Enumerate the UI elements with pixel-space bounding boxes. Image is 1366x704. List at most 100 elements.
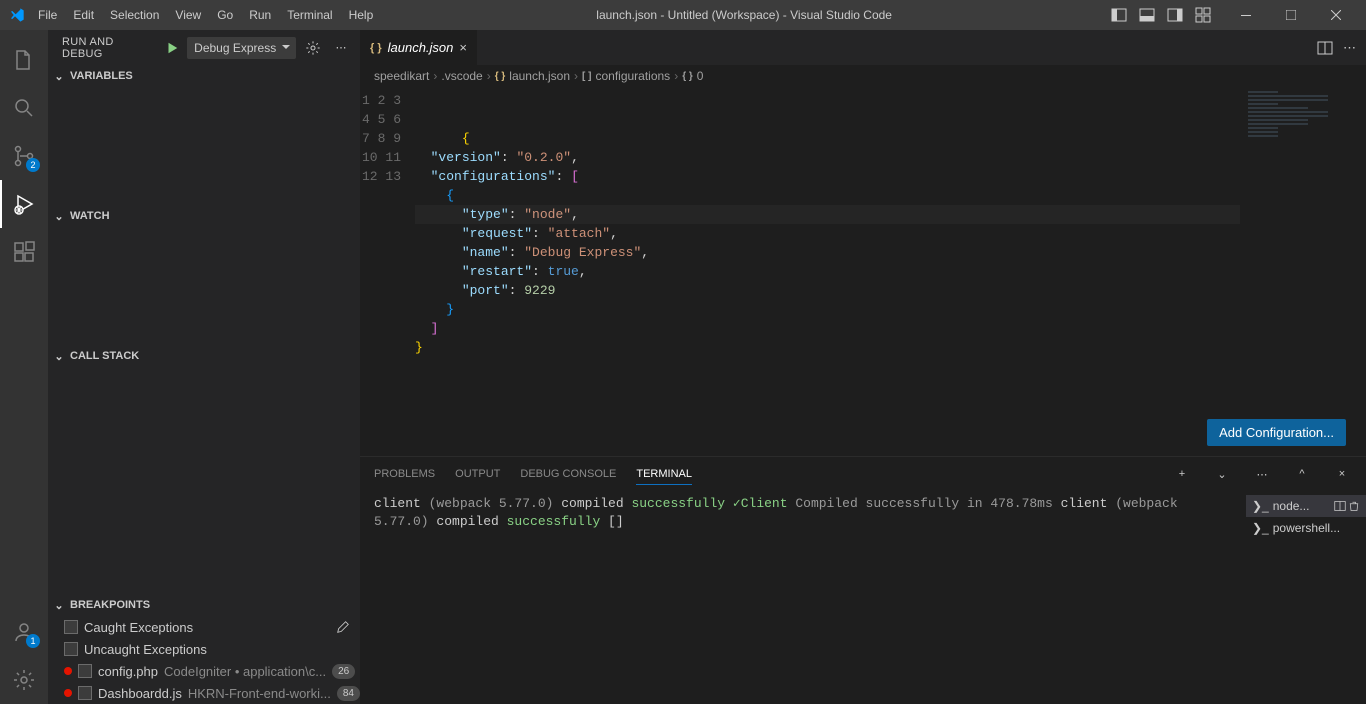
debug-toolbar: RUN AND DEBUG Debug Express ⋯	[48, 30, 360, 65]
edit-icon[interactable]	[336, 620, 350, 634]
toggle-sidebar-left-icon[interactable]	[1107, 3, 1131, 27]
menu-edit[interactable]: Edit	[65, 8, 102, 22]
section-variables[interactable]: ⌄VARIABLES	[48, 65, 360, 87]
checkbox[interactable]	[78, 664, 92, 678]
terminal-output[interactable]: client (webpack 5.77.0) compiled success…	[360, 491, 1246, 704]
activity-extensions-icon[interactable]	[0, 228, 48, 276]
code-editor[interactable]: 1 2 3 4 5 6 7 8 9 10 11 12 13 { "version…	[360, 87, 1366, 456]
start-debug-button[interactable]	[163, 39, 181, 57]
menu-go[interactable]: Go	[209, 8, 241, 22]
code-body[interactable]: { "version": "0.2.0", "configurations": …	[415, 87, 1366, 456]
open-launch-config-icon[interactable]	[302, 37, 324, 59]
breadcrumb-item[interactable]: launch.json	[509, 69, 570, 83]
terminal-split-chevron-icon[interactable]: ⌄	[1212, 468, 1232, 481]
section-callstack[interactable]: ⌄ CALL STACK	[48, 345, 360, 367]
minimize-button[interactable]	[1223, 0, 1268, 30]
breadcrumb-item[interactable]: configurations	[595, 69, 670, 83]
checkbox[interactable]	[78, 686, 92, 700]
window-buttons	[1223, 0, 1358, 30]
section-breakpoints[interactable]: ⌄ BREAKPOINTS	[48, 594, 360, 616]
menu-selection[interactable]: Selection	[102, 8, 167, 22]
panel-tab-output[interactable]: OUTPUT	[455, 464, 500, 484]
panel-tab-terminal[interactable]: TERMINAL	[636, 464, 692, 485]
panel-more-icon[interactable]: ⋯	[1252, 468, 1272, 481]
terminal-icon: ❯_	[1252, 499, 1269, 513]
close-button[interactable]	[1313, 0, 1358, 30]
sidebar-title: RUN AND DEBUG	[62, 36, 157, 60]
checkbox[interactable]	[64, 642, 78, 656]
minimap[interactable]	[1248, 89, 1348, 209]
section-callstack-label: CALL STACK	[70, 350, 139, 362]
terminal-item-label: powershell...	[1273, 521, 1340, 535]
section-watch[interactable]: ⌄ WATCH	[48, 205, 360, 227]
section-variables-label: VARIABLES	[70, 70, 133, 82]
kill-terminal-icon[interactable]	[1348, 500, 1360, 512]
editor-more-icon[interactable]: ⋯	[1343, 40, 1356, 56]
terminal-icon: ❯_	[1252, 521, 1269, 535]
debug-more-icon[interactable]: ⋯	[330, 37, 352, 59]
menu-file[interactable]: File	[30, 8, 65, 22]
breakpoint-label: Caught Exceptions	[84, 620, 193, 635]
editor-tabs: { } launch.json × ⋯	[360, 30, 1366, 65]
menu-terminal[interactable]: Terminal	[279, 8, 340, 22]
debug-sidebar: RUN AND DEBUG Debug Express ⋯ ⌄VARIABLES…	[48, 30, 360, 704]
activity-bar: 2 1	[0, 30, 48, 704]
breakpoint-caught[interactable]: Caught Exceptions	[48, 616, 360, 638]
new-terminal-icon[interactable]: +	[1172, 468, 1192, 480]
close-panel-icon[interactable]: ×	[1332, 468, 1352, 480]
breadcrumb-item[interactable]: 0	[697, 69, 704, 83]
breadcrumb[interactable]: speedikart› .vscode› { } launch.json› [ …	[360, 65, 1366, 87]
breakpoint-file[interactable]: Dashboardd.js HKRN-Front-end-worki... 84	[48, 682, 360, 704]
debug-config-select[interactable]: Debug Express	[187, 37, 296, 59]
add-configuration-button[interactable]: Add Configuration...	[1207, 419, 1346, 446]
terminal-item-node[interactable]: ❯_ node...	[1246, 495, 1366, 517]
customize-layout-icon[interactable]	[1191, 3, 1215, 27]
toggle-sidebar-right-icon[interactable]	[1163, 3, 1187, 27]
panel-tab-debug-console[interactable]: DEBUG CONSOLE	[520, 464, 616, 484]
activity-settings-icon[interactable]	[0, 656, 48, 704]
breakpoint-file-path: CodeIgniter • application\c...	[164, 664, 326, 679]
breakpoint-dot-icon	[64, 667, 72, 675]
breakpoint-dot-icon	[64, 689, 72, 697]
split-terminal-icon[interactable]	[1334, 500, 1346, 512]
breakpoint-file[interactable]: config.php CodeIgniter • application\c..…	[48, 660, 360, 682]
json-file-icon: { }	[370, 42, 382, 54]
menu-view[interactable]: View	[167, 8, 209, 22]
current-line-highlight	[415, 205, 1240, 224]
toggle-panel-icon[interactable]	[1135, 3, 1159, 27]
checkbox[interactable]	[64, 620, 78, 634]
section-watch-label: WATCH	[70, 210, 110, 222]
close-tab-icon[interactable]: ×	[459, 40, 467, 55]
section-breakpoints-label: BREAKPOINTS	[70, 599, 150, 611]
activity-explorer-icon[interactable]	[0, 36, 48, 84]
line-gutter: 1 2 3 4 5 6 7 8 9 10 11 12 13	[360, 87, 415, 456]
activity-search-icon[interactable]	[0, 84, 48, 132]
panel-tabs: PROBLEMS OUTPUT DEBUG CONSOLE TERMINAL +…	[360, 457, 1366, 491]
breakpoint-line-badge: 84	[337, 686, 360, 701]
breadcrumb-item[interactable]: speedikart	[374, 69, 429, 83]
activity-accounts-icon[interactable]: 1	[0, 608, 48, 656]
tab-launch-json[interactable]: { } launch.json ×	[360, 30, 478, 65]
maximize-button[interactable]	[1268, 0, 1313, 30]
titlebar: File Edit Selection View Go Run Terminal…	[0, 0, 1366, 30]
chevron-down-icon: ⌄	[52, 350, 66, 363]
breakpoint-file-name: config.php	[98, 664, 158, 679]
maximize-panel-icon[interactable]: ^	[1292, 468, 1312, 480]
panel-tab-problems[interactable]: PROBLEMS	[374, 464, 435, 484]
split-editor-icon[interactable]	[1317, 40, 1333, 56]
tab-label: launch.json	[388, 40, 454, 55]
menu-help[interactable]: Help	[341, 8, 382, 22]
activity-debug-icon[interactable]	[0, 180, 48, 228]
accounts-badge: 1	[26, 634, 40, 648]
menu-run[interactable]: Run	[241, 8, 279, 22]
terminal-item-powershell[interactable]: ❯_ powershell...	[1246, 517, 1366, 539]
terminal-item-label: node...	[1273, 499, 1310, 513]
breakpoint-uncaught[interactable]: Uncaught Exceptions	[48, 638, 360, 660]
object-icon: { }	[682, 71, 693, 82]
breadcrumb-item[interactable]: .vscode	[441, 69, 482, 83]
chevron-down-icon: ⌄	[52, 599, 66, 612]
activity-scm-icon[interactable]: 2	[0, 132, 48, 180]
vscode-logo-icon	[8, 6, 26, 24]
chevron-down-icon: ⌄	[52, 210, 66, 223]
window-title: launch.json - Untitled (Workspace) - Vis…	[381, 8, 1107, 22]
